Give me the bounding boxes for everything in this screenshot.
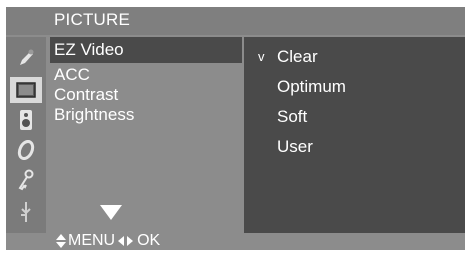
menu-hint-label: MENU — [68, 232, 116, 249]
options-panel: v Clear Optimum Soft User — [244, 37, 465, 233]
menu-item-acc[interactable]: ACC — [54, 65, 90, 85]
navigation-hint: MENU OK — [56, 232, 160, 250]
picture-icon[interactable] — [10, 77, 42, 103]
category-icon-column — [6, 37, 46, 233]
option-clear[interactable]: Clear — [277, 47, 318, 67]
up-down-arrow-icon — [56, 233, 66, 249]
key-icon[interactable] — [10, 167, 42, 193]
menu-item-contrast[interactable]: Contrast — [54, 85, 118, 105]
menu-item-ez-video[interactable]: EZ Video — [50, 37, 242, 63]
menu-title: PICTURE — [54, 10, 131, 29]
title-bar: PICTURE — [6, 7, 465, 35]
tools-icon[interactable] — [10, 45, 42, 71]
menu-item-label: EZ Video — [54, 40, 124, 59]
option-optimum[interactable]: Optimum — [277, 77, 346, 97]
option-user[interactable]: User — [277, 137, 313, 157]
ok-hint-label: OK — [137, 232, 161, 249]
osd-menu: PICTURE EZ Video ACC Contrast Brightness… — [6, 7, 465, 250]
clock-icon[interactable] — [10, 137, 42, 163]
navigation-hint-bar: MENU OK — [6, 232, 465, 250]
menu-item-brightness[interactable]: Brightness — [54, 105, 134, 125]
left-right-arrow-icon — [118, 233, 134, 249]
check-icon: v — [258, 49, 265, 64]
input-icon[interactable] — [10, 199, 42, 225]
speaker-icon[interactable] — [10, 107, 42, 133]
scroll-down-icon[interactable] — [100, 205, 122, 220]
menu-list: EZ Video ACC Contrast Brightness — [50, 37, 242, 233]
option-soft[interactable]: Soft — [277, 107, 307, 127]
